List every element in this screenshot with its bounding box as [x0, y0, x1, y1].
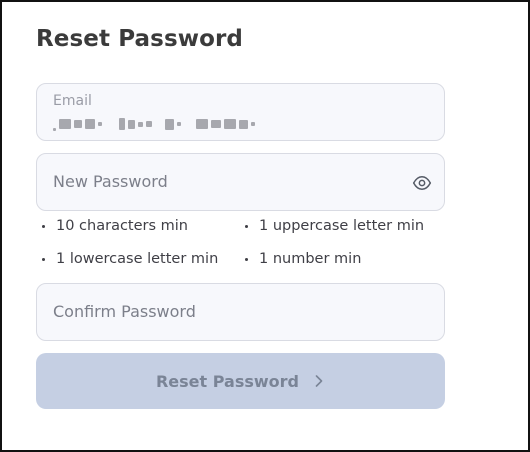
requirement-label: 1 lowercase letter min: [56, 251, 219, 267]
eye-icon[interactable]: [412, 173, 432, 193]
reset-password-button-label: Reset Password: [155, 371, 300, 391]
reset-password-button[interactable]: Reset Password: [36, 353, 445, 409]
new-password-placeholder: New Password: [53, 172, 168, 191]
requirement-label: 1 uppercase letter min: [259, 218, 425, 234]
email-label: Email: [53, 93, 92, 109]
bullet-icon: [42, 257, 45, 261]
password-requirements: 10 characters min 1 uppercase letter min…: [42, 218, 442, 274]
page-title: Reset Password: [36, 26, 243, 52]
requirement-item: 10 characters min: [42, 218, 188, 234]
requirement-item: 1 number min: [245, 251, 361, 267]
email-value-text: •••••• •••• •• ••••••: [53, 116, 215, 132]
bullet-icon: [42, 224, 45, 228]
requirement-label: 1 number min: [259, 251, 362, 267]
confirm-password-field[interactable]: Confirm Password: [36, 283, 445, 341]
requirement-item: 1 uppercase letter min: [245, 218, 424, 234]
email-field[interactable]: Email •••••• •••• •• ••••••: [36, 83, 445, 141]
chevron-right-icon: [315, 375, 323, 387]
bullet-icon: [245, 224, 248, 228]
bullet-icon: [245, 257, 248, 261]
requirement-item: 1 lowercase letter min: [42, 251, 218, 267]
confirm-password-placeholder: Confirm Password: [53, 302, 196, 321]
requirement-label: 10 characters min: [56, 218, 189, 234]
new-password-field[interactable]: New Password: [36, 153, 445, 211]
reset-password-panel: Reset Password Email •••••• •••• •• ••••…: [0, 0, 530, 452]
email-value-redacted: •••••• •••• •• ••••••: [53, 116, 313, 132]
